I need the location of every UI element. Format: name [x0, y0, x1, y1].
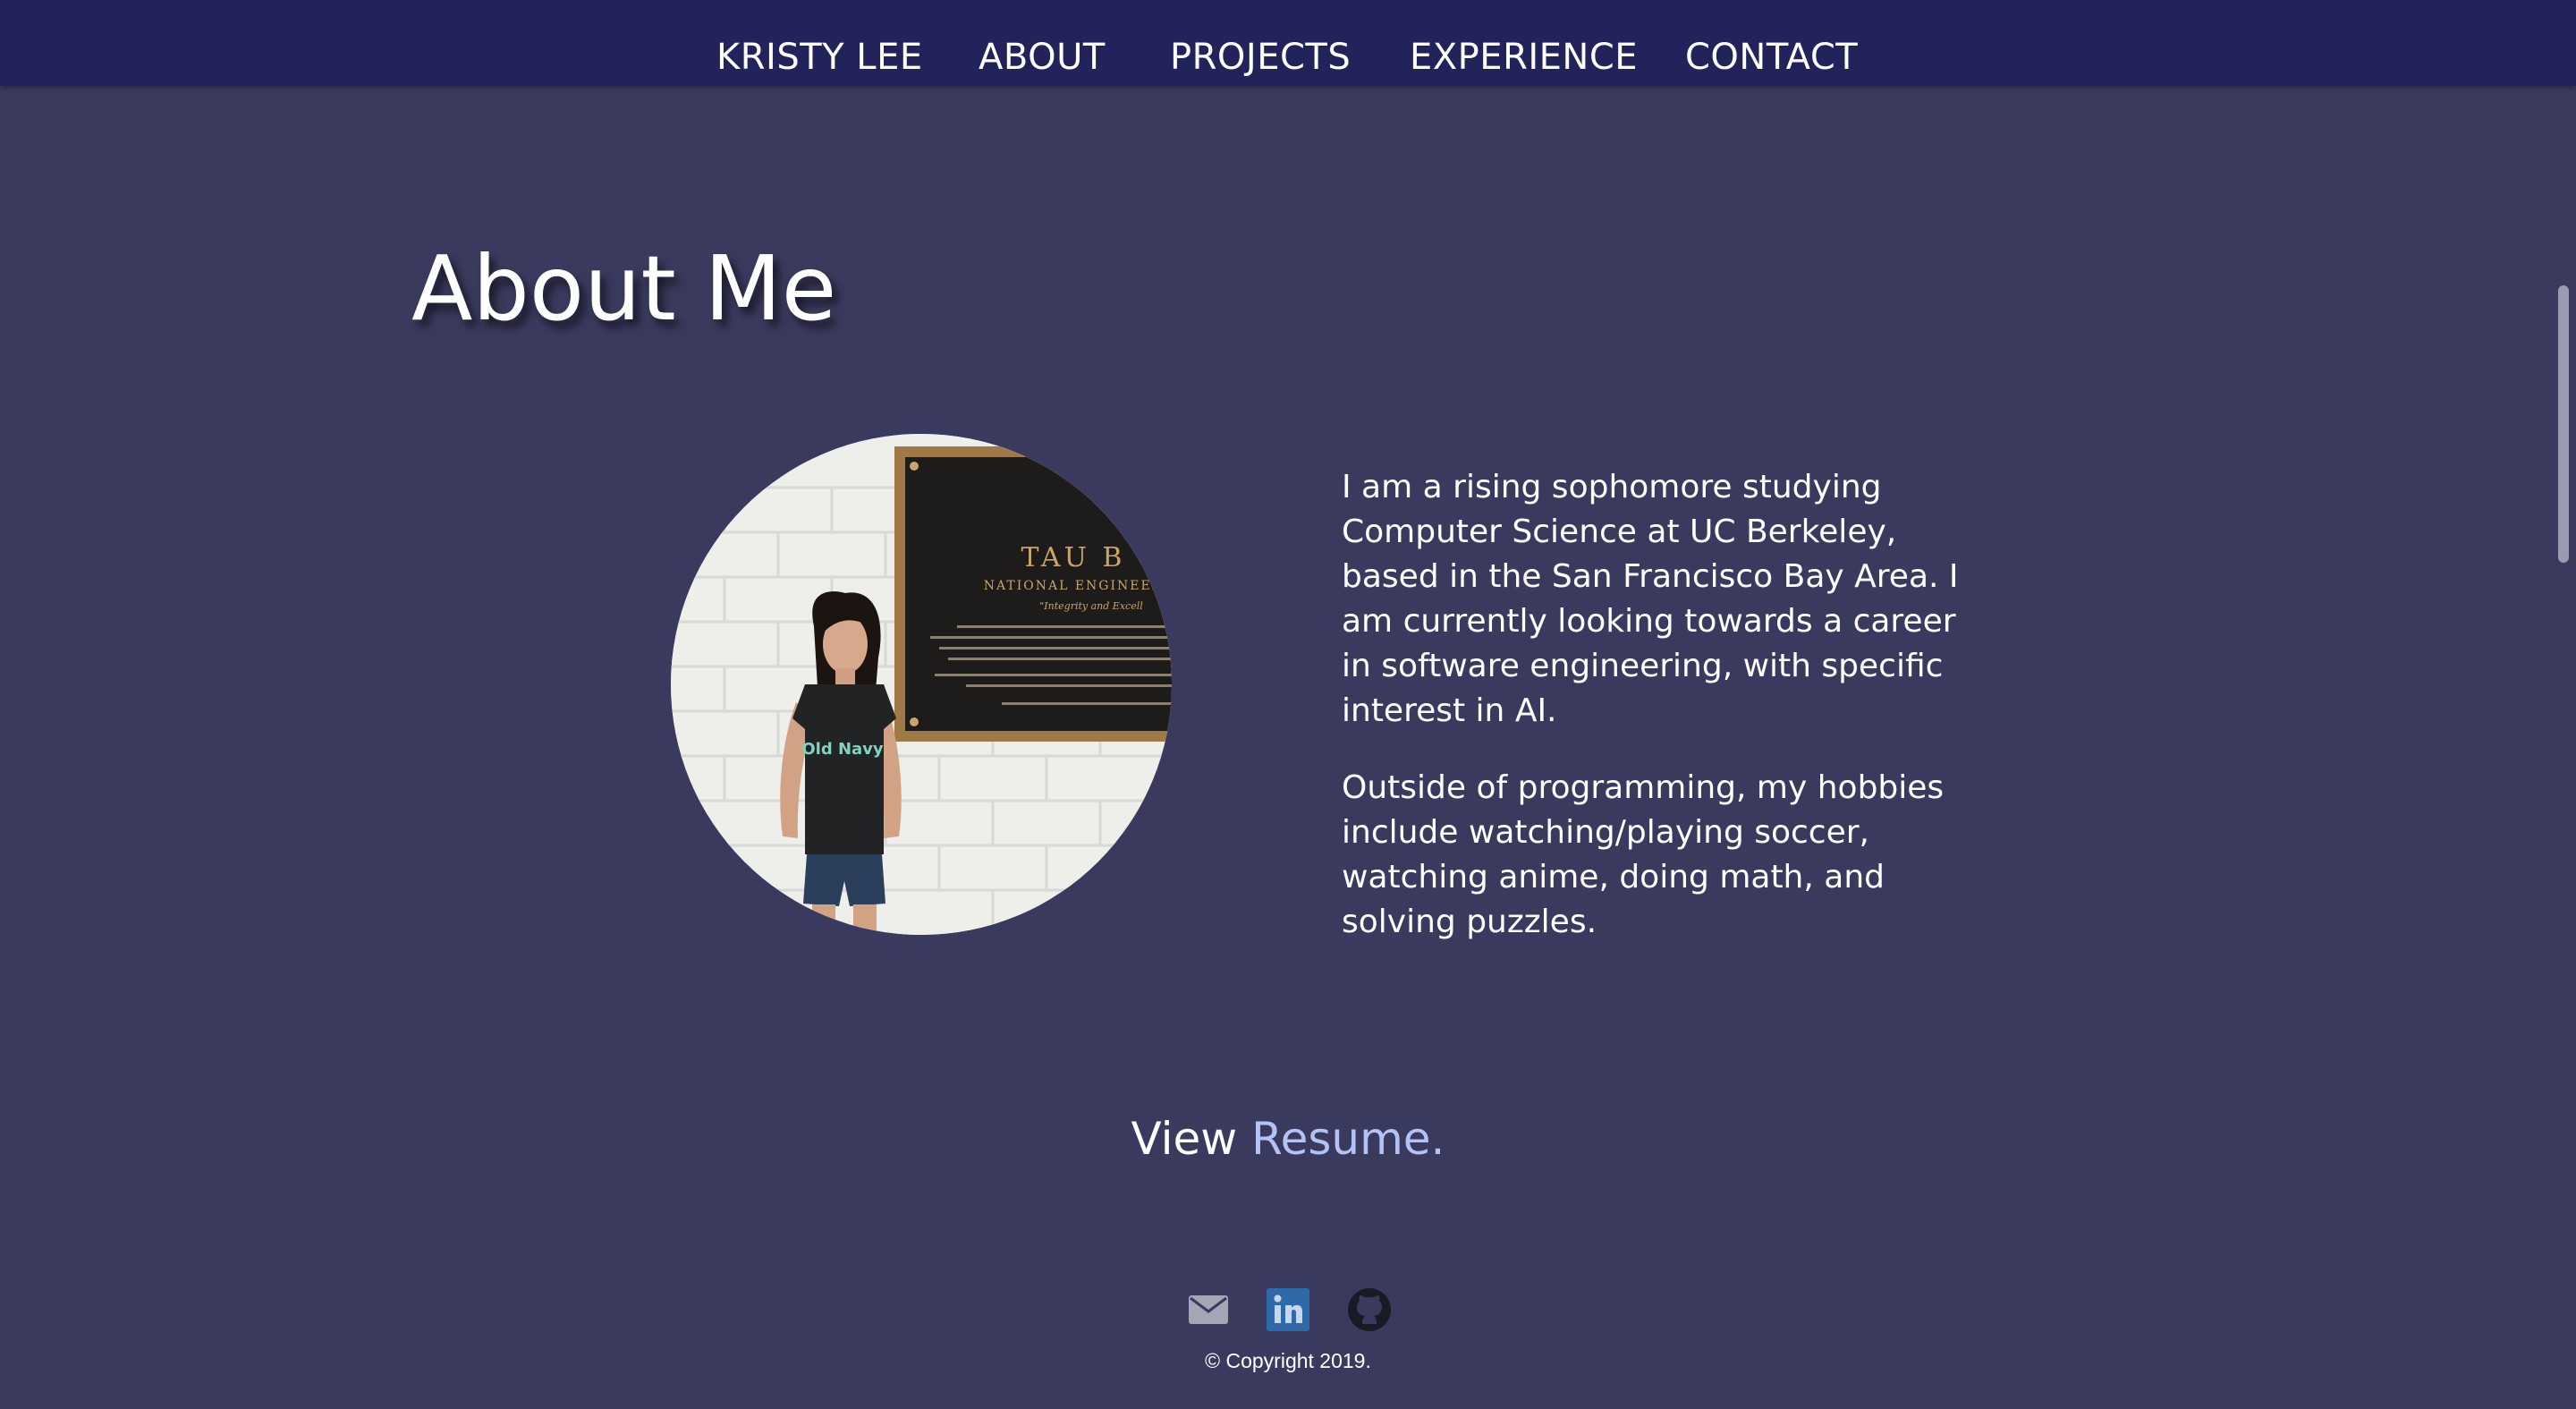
nav-brand-link[interactable]: KRISTY LEE	[716, 0, 923, 86]
nav-projects-link[interactable]: PROJECTS	[1170, 0, 1351, 86]
svg-text:TAU B: TAU B	[1021, 542, 1126, 573]
mail-icon[interactable]	[1185, 1286, 1232, 1333]
resume-prefix: View	[1131, 1113, 1252, 1165]
nav-experience-link[interactable]: EXPERIENCE	[1410, 0, 1638, 86]
github-icon[interactable]	[1346, 1286, 1393, 1333]
resume-link[interactable]: Resume.	[1251, 1113, 1445, 1165]
nav-about-link[interactable]: ABOUT	[979, 0, 1106, 86]
svg-text:Old Navy: Old Navy	[801, 740, 884, 759]
portrait-illustration: TAU B NATIONAL ENGINEER "Integrity and E…	[671, 434, 1172, 935]
copyright-text: © Copyright 2019.	[1205, 1349, 1371, 1372]
svg-text:"Integrity and Excell: "Integrity and Excell	[1039, 600, 1143, 612]
bio-paragraph-hobbies: Outside of programming, my hobbies inclu…	[1342, 769, 1945, 940]
linkedin-icon[interactable]	[1265, 1286, 1311, 1333]
scrollbar-thumb[interactable]	[2558, 285, 2569, 563]
nav-contact-link[interactable]: CONTACT	[1685, 0, 1858, 86]
resume-line: View Resume.	[0, 1108, 2576, 1170]
page-scrollbar[interactable]	[2551, 86, 2576, 1409]
portrait-photo: TAU B NATIONAL ENGINEER "Integrity and E…	[671, 434, 1172, 935]
about-heading: About Me	[411, 236, 837, 341]
about-bio: I am a rising sophomore studying Compute…	[1342, 465, 1986, 977]
top-navbar: KRISTY LEE ABOUT PROJECTS EXPERIENCE CON…	[0, 0, 2576, 86]
svg-text:NATIONAL ENGINEER: NATIONAL ENGINEER	[984, 579, 1163, 593]
bio-paragraph-intro: I am a rising sophomore studying Compute…	[1342, 469, 1959, 729]
